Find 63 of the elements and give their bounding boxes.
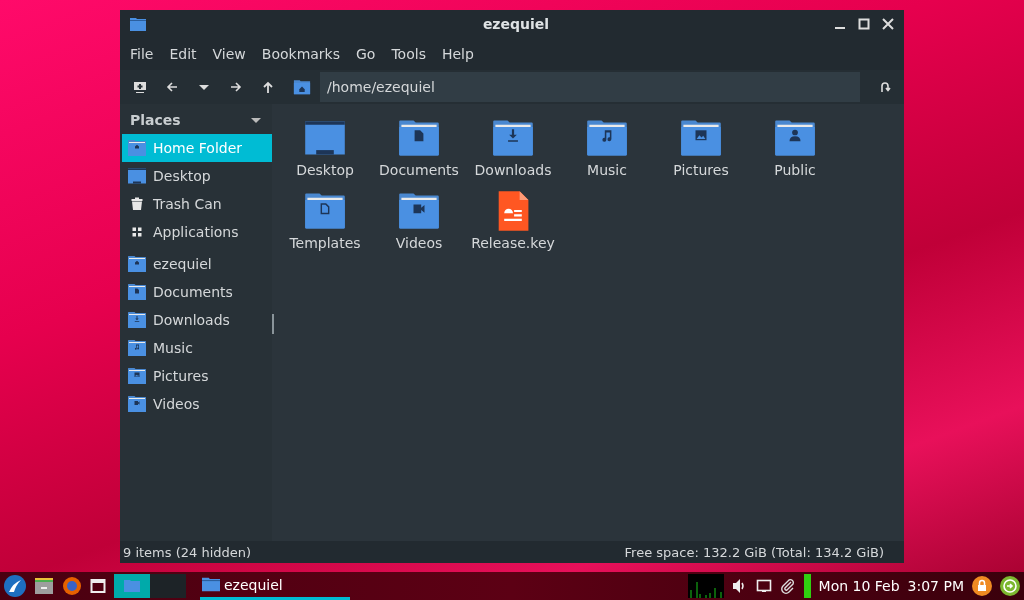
folder-icon bbox=[127, 310, 147, 330]
new-tab-icon[interactable] bbox=[133, 80, 147, 94]
sidebar-header: Places bbox=[130, 112, 181, 128]
file-cabinet-icon[interactable] bbox=[34, 576, 54, 596]
paperclip-icon[interactable] bbox=[779, 578, 796, 594]
date-text[interactable]: Mon 10 Feb bbox=[818, 578, 900, 594]
folder-icon bbox=[127, 282, 147, 302]
menu-item[interactable]: Help bbox=[433, 46, 482, 62]
sidebar-item[interactable]: Downloads bbox=[122, 306, 272, 334]
free-space-text: Free space: 132.2 GiB (Total: 134.2 GiB) bbox=[624, 544, 884, 560]
back-icon[interactable] bbox=[165, 80, 179, 94]
sidebar-item[interactable]: Applications bbox=[122, 218, 272, 246]
home-folder-icon[interactable] bbox=[293, 78, 311, 96]
file-name[interactable]: Music bbox=[587, 162, 627, 178]
lock-icon[interactable] bbox=[972, 576, 992, 596]
start-menu-icon[interactable] bbox=[4, 575, 26, 597]
sidebar-item[interactable]: Documents bbox=[122, 278, 272, 306]
folder-icon bbox=[127, 394, 147, 414]
folder-icon bbox=[202, 577, 220, 592]
menu-item[interactable]: File bbox=[122, 46, 162, 62]
menu-item[interactable]: Bookmarks bbox=[253, 46, 348, 62]
menu-item[interactable]: Go bbox=[348, 46, 384, 62]
workspace-switcher[interactable] bbox=[114, 574, 186, 598]
sidebar-item[interactable]: Trash Can bbox=[122, 190, 272, 218]
file-name[interactable]: Public bbox=[774, 162, 816, 178]
forward-icon[interactable] bbox=[229, 80, 243, 94]
file-name[interactable]: Downloads bbox=[474, 162, 552, 178]
reload-icon[interactable] bbox=[878, 80, 892, 94]
menu-item[interactable]: Edit bbox=[161, 46, 205, 62]
cpu-graph bbox=[687, 574, 724, 598]
menu-item[interactable]: Tools bbox=[383, 46, 434, 62]
folder-icon bbox=[127, 338, 147, 358]
file-name[interactable]: Pictures bbox=[673, 162, 729, 178]
file-name[interactable]: Documents bbox=[379, 162, 459, 178]
menu-item[interactable]: View bbox=[204, 46, 254, 62]
window-icon[interactable] bbox=[90, 578, 106, 594]
file-name[interactable]: Release.key bbox=[471, 235, 555, 251]
window-title: ezequiel bbox=[481, 16, 551, 32]
maximize-icon[interactable] bbox=[858, 18, 870, 30]
file-name[interactable]: Videos bbox=[395, 235, 443, 251]
taskbar-window-button[interactable]: ezequiel bbox=[200, 572, 350, 600]
sidebar-item[interactable]: ezequiel bbox=[122, 250, 272, 278]
folder-icon bbox=[124, 580, 140, 592]
close-icon[interactable] bbox=[882, 18, 894, 30]
file-name[interactable]: Desktop bbox=[296, 162, 354, 178]
sidebar-item[interactable]: Pictures bbox=[122, 362, 272, 390]
status-text: 9 items (24 hidden) bbox=[123, 544, 252, 560]
time-text[interactable]: 3:07 PM bbox=[907, 578, 964, 594]
up-arrow-icon[interactable] bbox=[261, 80, 275, 94]
location-field[interactable]: /home/ezequiel bbox=[320, 72, 860, 102]
sidebar-item[interactable]: Videos bbox=[122, 390, 272, 418]
battery-bar bbox=[803, 574, 811, 598]
folder-icon bbox=[127, 254, 147, 274]
logout-icon[interactable] bbox=[1000, 576, 1020, 596]
desktop-folder-icon bbox=[127, 166, 147, 186]
folder-icon bbox=[127, 366, 147, 386]
sidebar-item[interactable]: Desktop bbox=[122, 162, 272, 190]
file-name[interactable]: Templates bbox=[289, 235, 361, 251]
sidebar-item[interactable]: Music bbox=[122, 334, 272, 362]
folder-icon bbox=[127, 138, 147, 158]
folder-icon bbox=[130, 17, 146, 31]
display-icon[interactable] bbox=[755, 578, 772, 594]
scrollbar[interactable] bbox=[272, 314, 274, 334]
